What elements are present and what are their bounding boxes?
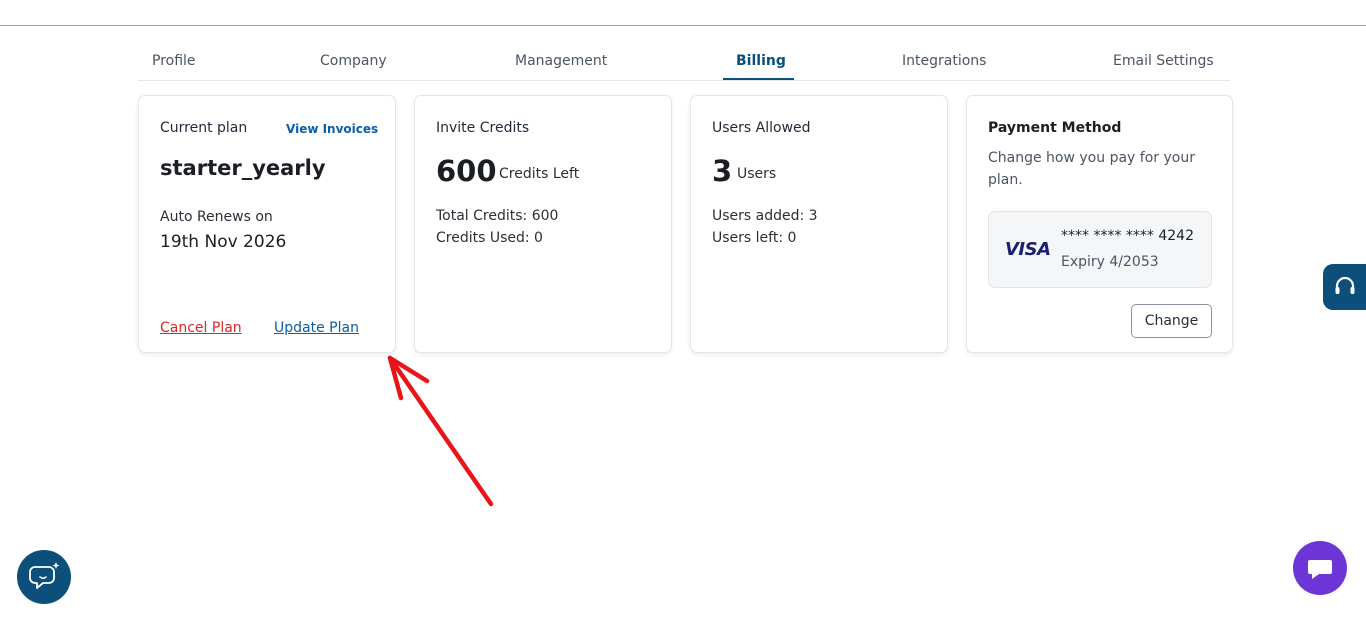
- credits-left-unit: Credits Left: [499, 166, 580, 182]
- tab-integrations[interactable]: Integrations: [902, 53, 986, 69]
- users-added: Users added: 3: [712, 208, 818, 224]
- users-allowed-unit: Users: [737, 166, 777, 182]
- payment-method-card: Payment Method Change how you pay for yo…: [966, 95, 1233, 353]
- invite-credits-heading: Invite Credits: [436, 120, 530, 136]
- visa-logo: VISA: [1005, 239, 1051, 260]
- tab-profile[interactable]: Profile: [152, 53, 196, 69]
- users-allowed-value: 3: [712, 154, 733, 188]
- total-credits: Total Credits: 600: [436, 208, 559, 224]
- credits-left-value: 600: [436, 154, 497, 188]
- settings-tabs: Profile Company Management Billing Integ…: [138, 46, 1230, 81]
- view-invoices-link[interactable]: View Invoices: [286, 122, 378, 136]
- plan-name: starter_yearly: [160, 156, 326, 180]
- live-chat-launcher[interactable]: [1293, 541, 1347, 595]
- saved-card: VISA **** **** **** 4242 Expiry 4/2053: [988, 211, 1212, 288]
- chat-bubble-icon: [1308, 560, 1332, 579]
- auto-renew-label: Auto Renews on: [160, 209, 273, 225]
- header-divider: [0, 25, 1366, 26]
- update-plan-link[interactable]: Update Plan: [274, 320, 359, 336]
- support-tab[interactable]: [1323, 264, 1366, 310]
- invite-credits-card: Invite Credits 600 Credits Left Total Cr…: [414, 95, 672, 353]
- help-chat-launcher[interactable]: [17, 550, 71, 604]
- change-payment-button[interactable]: Change: [1131, 304, 1212, 338]
- headset-icon: [1335, 276, 1355, 294]
- cancel-plan-link[interactable]: Cancel Plan: [160, 320, 242, 336]
- users-left: Users left: 0: [712, 230, 797, 246]
- credits-used: Credits Used: 0: [436, 230, 543, 246]
- current-plan-card: Current plan View Invoices starter_yearl…: [138, 95, 396, 353]
- users-allowed-card: Users Allowed 3 Users Users added: 3 Use…: [690, 95, 948, 353]
- masked-card-number: **** **** **** 4242: [1061, 228, 1194, 244]
- tab-company[interactable]: Company: [320, 53, 387, 69]
- card-expiry: Expiry 4/2053: [1061, 254, 1159, 270]
- active-tab-indicator: [723, 78, 794, 80]
- payment-method-heading: Payment Method: [988, 120, 1122, 136]
- users-allowed-heading: Users Allowed: [712, 120, 811, 136]
- payment-method-description: Change how you pay for your plan.: [988, 150, 1195, 188]
- tab-email-settings[interactable]: Email Settings: [1113, 53, 1214, 69]
- chat-sparkle-icon: [29, 562, 60, 589]
- current-plan-heading: Current plan: [160, 120, 248, 136]
- tab-billing[interactable]: Billing: [736, 53, 786, 69]
- renew-date: 19th Nov 2026: [160, 232, 287, 252]
- tab-management[interactable]: Management: [515, 53, 607, 69]
